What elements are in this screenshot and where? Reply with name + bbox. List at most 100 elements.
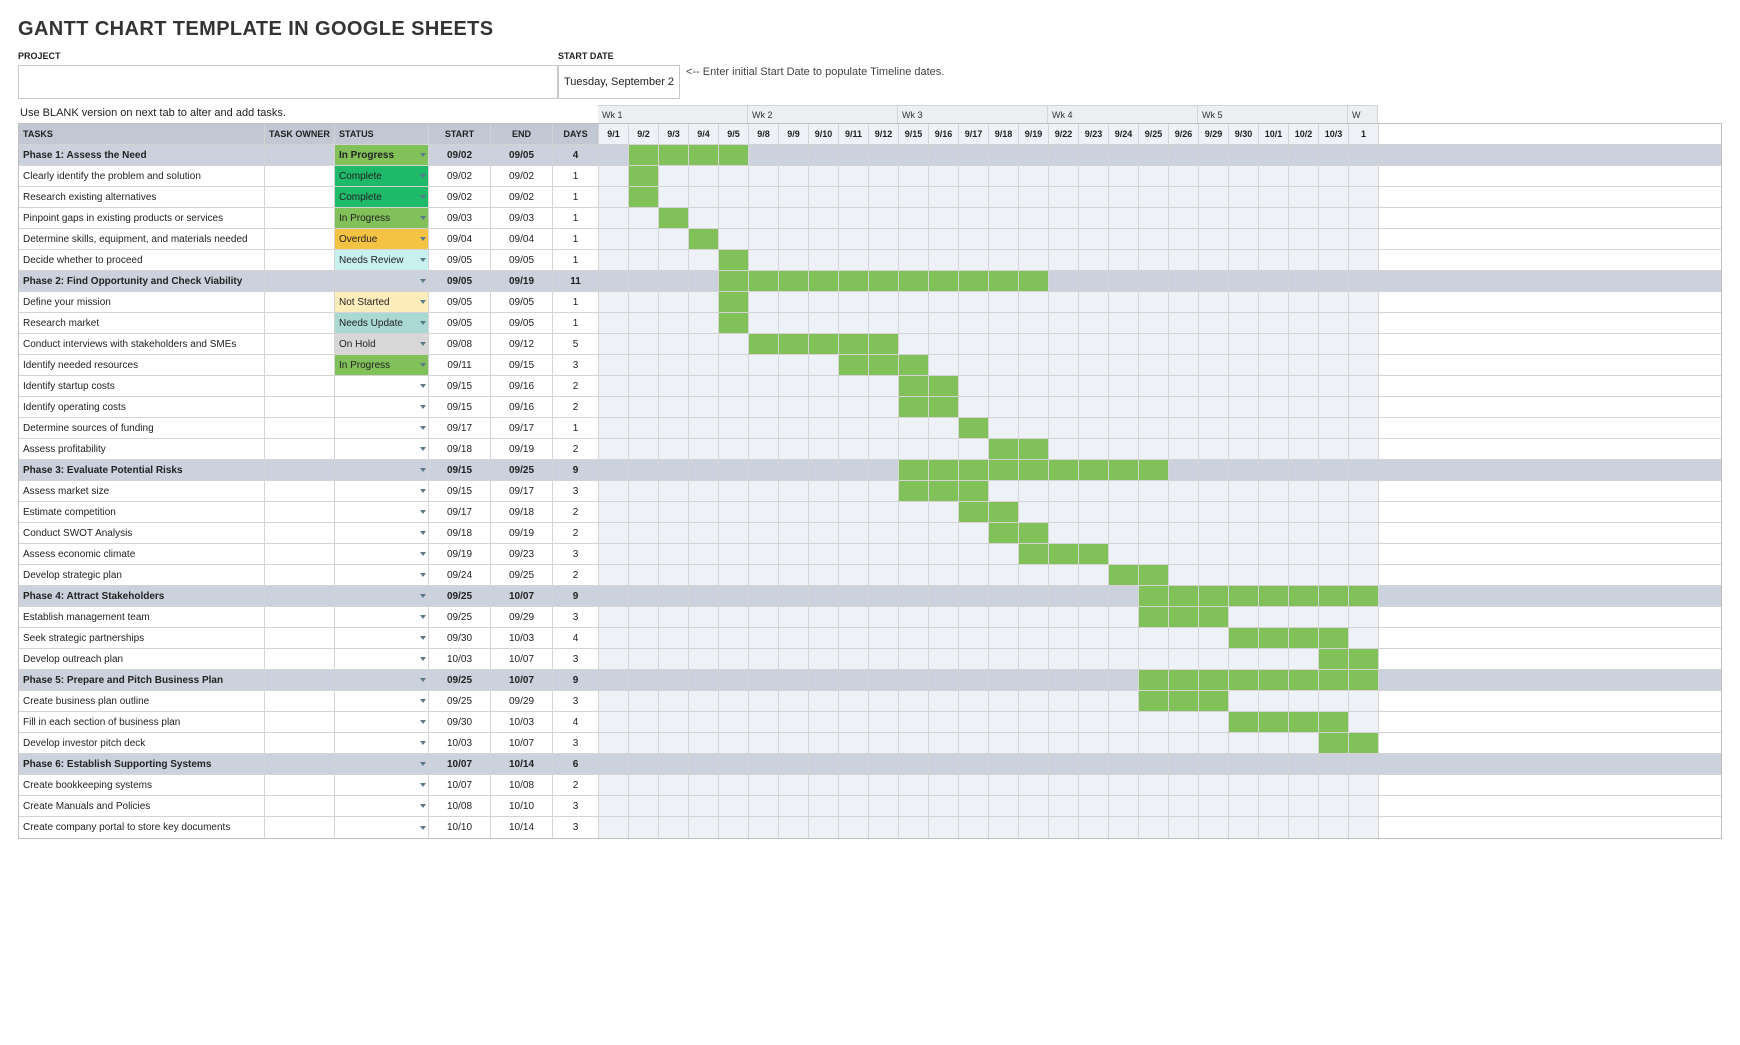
task-start[interactable]: 09/30 xyxy=(429,628,491,648)
task-days[interactable]: 2 xyxy=(553,502,599,522)
task-name[interactable]: Estimate competition xyxy=(19,502,265,522)
task-owner[interactable] xyxy=(265,187,335,207)
task-days[interactable]: 1 xyxy=(553,208,599,228)
task-days[interactable]: 3 xyxy=(553,649,599,669)
status-dropdown[interactable] xyxy=(335,418,429,438)
task-owner[interactable] xyxy=(265,229,335,249)
task-owner[interactable] xyxy=(265,712,335,732)
task-end[interactable]: 09/05 xyxy=(491,250,553,270)
task-end[interactable]: 10/07 xyxy=(491,649,553,669)
task-days[interactable]: 3 xyxy=(553,691,599,711)
task-days[interactable]: 1 xyxy=(553,313,599,333)
task-end[interactable]: 09/25 xyxy=(491,460,553,480)
status-dropdown[interactable] xyxy=(335,481,429,501)
task-name[interactable]: Research existing alternatives xyxy=(19,187,265,207)
task-name[interactable]: Create Manuals and Policies xyxy=(19,796,265,816)
task-owner[interactable] xyxy=(265,250,335,270)
status-dropdown[interactable] xyxy=(335,775,429,795)
task-end[interactable]: 09/19 xyxy=(491,523,553,543)
status-dropdown[interactable]: In Progress xyxy=(335,355,429,375)
task-start[interactable]: 09/15 xyxy=(429,397,491,417)
task-days[interactable]: 4 xyxy=(553,628,599,648)
task-start[interactable]: 10/07 xyxy=(429,754,491,774)
task-name[interactable]: Establish management team xyxy=(19,607,265,627)
status-dropdown[interactable] xyxy=(335,607,429,627)
task-days[interactable]: 3 xyxy=(553,481,599,501)
status-dropdown[interactable] xyxy=(335,670,429,690)
task-days[interactable]: 3 xyxy=(553,817,599,838)
task-owner[interactable] xyxy=(265,691,335,711)
task-name[interactable]: Phase 1: Assess the Need xyxy=(19,145,265,165)
status-dropdown[interactable] xyxy=(335,376,429,396)
task-start[interactable]: 10/10 xyxy=(429,817,491,838)
startdate-input[interactable]: Tuesday, September 2 xyxy=(558,65,680,99)
task-days[interactable]: 1 xyxy=(553,187,599,207)
task-name[interactable]: Identify startup costs xyxy=(19,376,265,396)
task-start[interactable]: 09/15 xyxy=(429,376,491,396)
task-name[interactable]: Phase 4: Attract Stakeholders xyxy=(19,586,265,606)
status-dropdown[interactable] xyxy=(335,817,429,838)
status-dropdown[interactable] xyxy=(335,754,429,774)
status-dropdown[interactable] xyxy=(335,628,429,648)
status-dropdown[interactable]: Complete xyxy=(335,187,429,207)
task-end[interactable]: 10/07 xyxy=(491,733,553,753)
task-owner[interactable] xyxy=(265,481,335,501)
status-dropdown[interactable] xyxy=(335,460,429,480)
status-dropdown[interactable] xyxy=(335,544,429,564)
status-dropdown[interactable] xyxy=(335,271,429,291)
task-owner[interactable] xyxy=(265,775,335,795)
task-name[interactable]: Develop outreach plan xyxy=(19,649,265,669)
task-end[interactable]: 09/02 xyxy=(491,187,553,207)
status-dropdown[interactable] xyxy=(335,523,429,543)
task-name[interactable]: Pinpoint gaps in existing products or se… xyxy=(19,208,265,228)
task-days[interactable]: 3 xyxy=(553,733,599,753)
task-end[interactable]: 09/04 xyxy=(491,229,553,249)
task-days[interactable]: 3 xyxy=(553,796,599,816)
task-start[interactable]: 09/18 xyxy=(429,439,491,459)
task-name[interactable]: Research market xyxy=(19,313,265,333)
task-owner[interactable] xyxy=(265,544,335,564)
task-end[interactable]: 09/02 xyxy=(491,166,553,186)
task-end[interactable]: 09/03 xyxy=(491,208,553,228)
task-end[interactable]: 10/03 xyxy=(491,712,553,732)
task-days[interactable]: 4 xyxy=(553,712,599,732)
status-dropdown[interactable] xyxy=(335,565,429,585)
status-dropdown[interactable] xyxy=(335,796,429,816)
status-dropdown[interactable]: In Progress xyxy=(335,145,429,165)
task-start[interactable]: 09/03 xyxy=(429,208,491,228)
task-end[interactable]: 10/07 xyxy=(491,586,553,606)
task-end[interactable]: 09/29 xyxy=(491,607,553,627)
status-dropdown[interactable] xyxy=(335,439,429,459)
status-dropdown[interactable] xyxy=(335,712,429,732)
task-name[interactable]: Phase 5: Prepare and Pitch Business Plan xyxy=(19,670,265,690)
status-dropdown[interactable]: Overdue xyxy=(335,229,429,249)
task-name[interactable]: Create business plan outline xyxy=(19,691,265,711)
status-dropdown[interactable] xyxy=(335,691,429,711)
task-name[interactable]: Phase 3: Evaluate Potential Risks xyxy=(19,460,265,480)
task-owner[interactable] xyxy=(265,292,335,312)
task-name[interactable]: Determine sources of funding xyxy=(19,418,265,438)
task-days[interactable]: 2 xyxy=(553,523,599,543)
task-name[interactable]: Create company portal to store key docum… xyxy=(19,817,265,838)
task-start[interactable]: 09/30 xyxy=(429,712,491,732)
task-days[interactable]: 6 xyxy=(553,754,599,774)
task-end[interactable]: 09/29 xyxy=(491,691,553,711)
task-end[interactable]: 09/16 xyxy=(491,397,553,417)
task-owner[interactable] xyxy=(265,397,335,417)
task-days[interactable]: 1 xyxy=(553,229,599,249)
task-name[interactable]: Develop strategic plan xyxy=(19,565,265,585)
status-dropdown[interactable]: In Progress xyxy=(335,208,429,228)
task-end[interactable]: 09/25 xyxy=(491,565,553,585)
task-days[interactable]: 1 xyxy=(553,250,599,270)
task-owner[interactable] xyxy=(265,649,335,669)
task-end[interactable]: 09/16 xyxy=(491,376,553,396)
task-end[interactable]: 10/07 xyxy=(491,670,553,690)
task-start[interactable]: 09/17 xyxy=(429,502,491,522)
task-end[interactable]: 09/23 xyxy=(491,544,553,564)
task-start[interactable]: 09/15 xyxy=(429,460,491,480)
task-name[interactable]: Assess market size xyxy=(19,481,265,501)
status-dropdown[interactable]: On Hold xyxy=(335,334,429,354)
task-owner[interactable] xyxy=(265,334,335,354)
task-days[interactable]: 2 xyxy=(553,775,599,795)
task-days[interactable]: 1 xyxy=(553,166,599,186)
